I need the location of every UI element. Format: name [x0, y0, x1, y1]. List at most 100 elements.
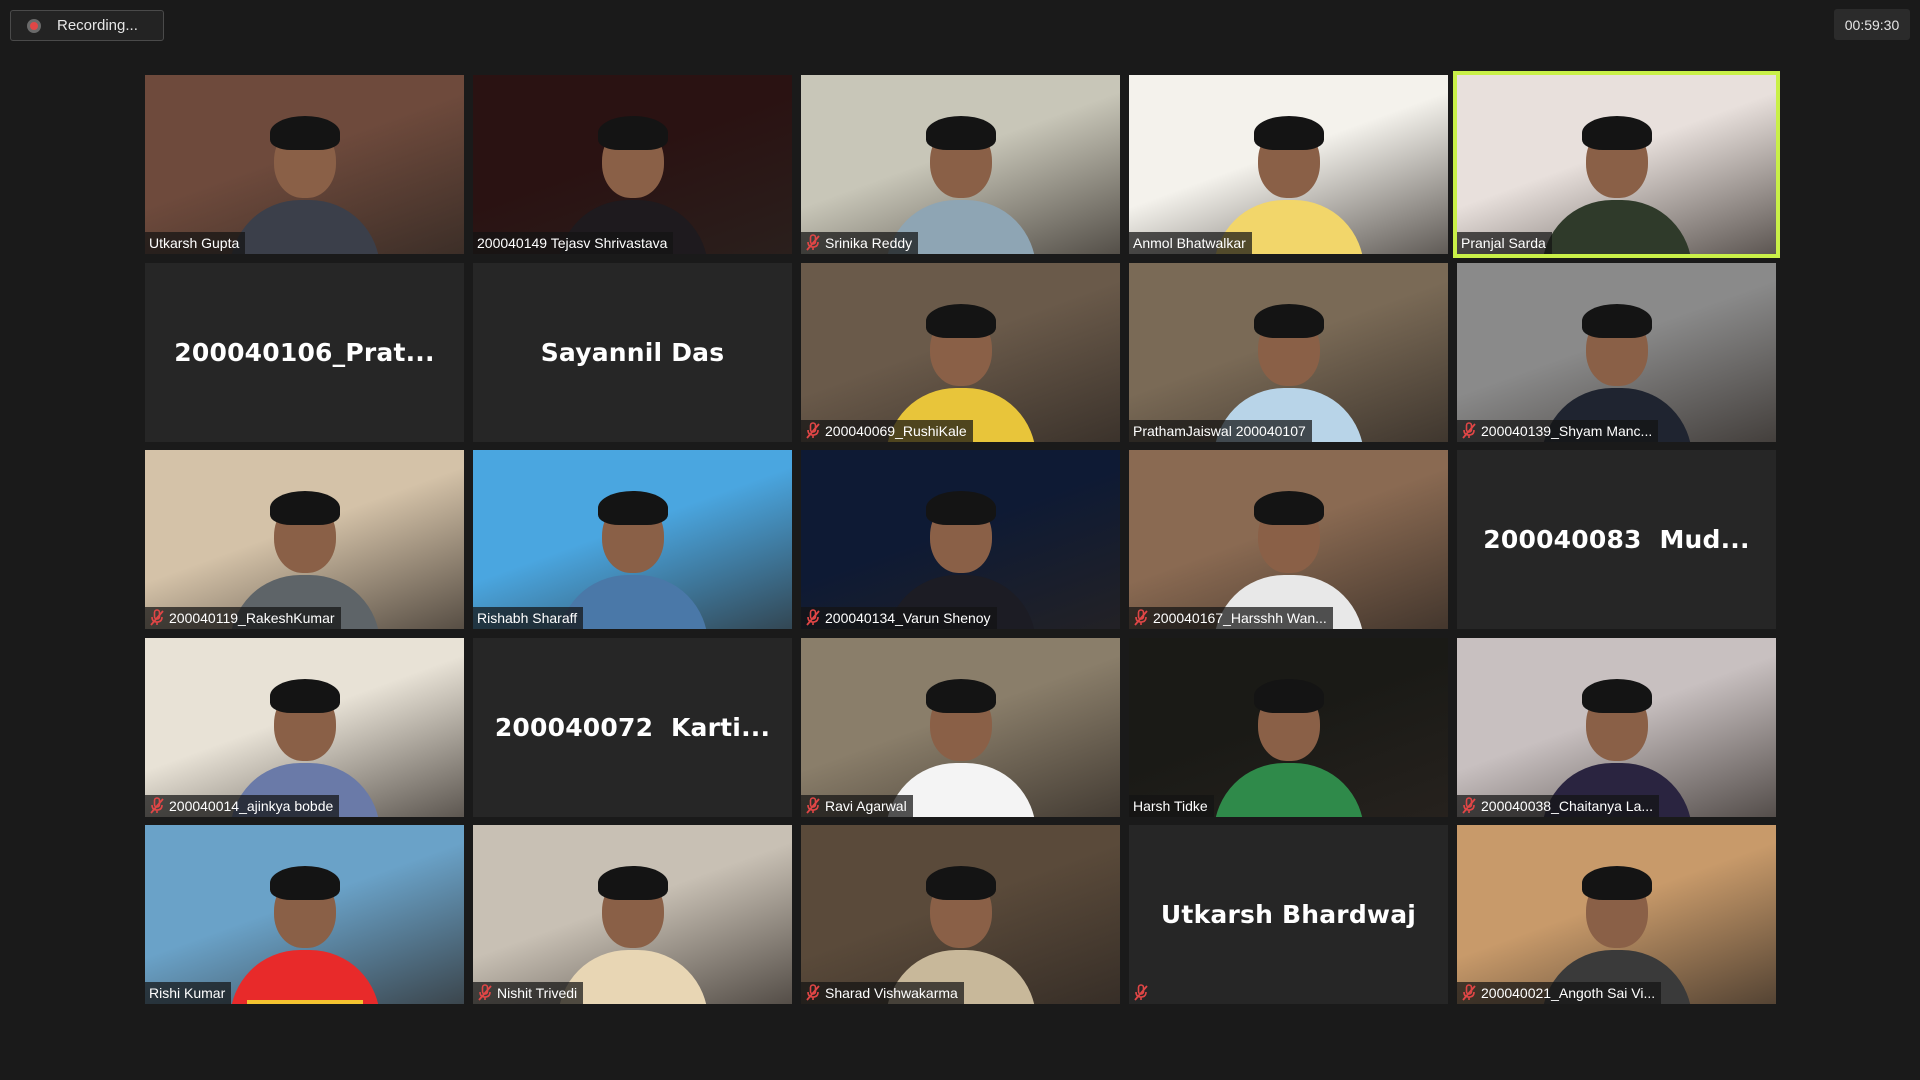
- video-feed: [473, 450, 792, 629]
- mic-muted-icon: [1462, 796, 1476, 814]
- participant-name-tag: Nishit Trivedi: [473, 982, 584, 1004]
- participant-name-tag: 200040038_Chaitanya La...: [1457, 794, 1660, 817]
- meeting-timer: 00:59:30: [1834, 9, 1910, 40]
- participant-name: Harsh Tidke: [1133, 797, 1208, 814]
- video-feed: [473, 825, 792, 1004]
- participant-tile[interactable]: Anmol Bhatwalkar: [1129, 75, 1448, 254]
- video-feed: [801, 450, 1120, 629]
- video-feed: [1129, 637, 1448, 817]
- participant-tile[interactable]: Utkarsh Gupta: [145, 75, 464, 254]
- mic-muted-icon: [1462, 421, 1476, 439]
- participant-tile[interactable]: 200040106_Prat...: [145, 262, 464, 442]
- video-feed: [1457, 262, 1776, 442]
- participant-name: Utkarsh Gupta: [149, 235, 240, 251]
- participant-name-tag: Utkarsh Gupta: [145, 232, 246, 254]
- participant-tile[interactable]: 200040014_ajinkya bobde: [145, 637, 464, 817]
- participant-tile[interactable]: 200040149 Tejasv Shrivastava: [473, 75, 792, 254]
- participant-name-tag: PrathamJaiswal 200040107: [1129, 419, 1312, 442]
- video-feed: [1129, 262, 1448, 442]
- participant-name-tag: Anmol Bhatwalkar: [1129, 232, 1252, 254]
- recording-indicator[interactable]: Recording...: [10, 10, 164, 41]
- participant-tile[interactable]: 200040134_Varun Shenoy: [801, 450, 1120, 629]
- video-feed: [1457, 75, 1776, 254]
- participant-name: Ravi Agarwal: [825, 797, 907, 814]
- participant-name-tag: Pranjal Sarda: [1457, 232, 1552, 254]
- video-feed: [1457, 637, 1776, 817]
- mic-muted-icon: [806, 421, 820, 439]
- participant-tile[interactable]: Nishit Trivedi: [473, 825, 792, 1004]
- participant-tile[interactable]: Rishabh Sharaff: [473, 450, 792, 629]
- participant-name: 200040038_Chaitanya La...: [1481, 797, 1654, 814]
- participant-tile[interactable]: 200040083 Mud...: [1457, 450, 1776, 629]
- participant-tile[interactable]: 200040119_RakeshKumar: [145, 450, 464, 629]
- participant-name: Sayannil Das: [540, 337, 725, 367]
- participant-name-tag: 200040149 Tejasv Shrivastava: [473, 232, 674, 254]
- participant-name: 200040072 Karti...: [494, 712, 771, 742]
- participant-name-tag: 200040167_Harsshh Wan...: [1129, 607, 1333, 629]
- record-icon: [27, 18, 41, 33]
- video-feed: [145, 637, 464, 817]
- participant-tile[interactable]: Rishi Kumar: [145, 825, 464, 1004]
- video-feed: [801, 75, 1120, 254]
- video-feed: [1129, 450, 1448, 629]
- mic-muted-icon: [478, 984, 492, 1001]
- mic-muted-icon: [1462, 984, 1476, 1001]
- participant-tile[interactable]: 200040139_Shyam Manc...: [1457, 262, 1776, 442]
- video-feed: [801, 262, 1120, 442]
- participant-name: 200040014_ajinkya bobde: [169, 797, 334, 814]
- mic-muted-icon: [1134, 984, 1148, 1001]
- participant-tile[interactable]: 200040069_RushiKale: [801, 262, 1120, 442]
- participant-tile[interactable]: Sharad Vishwakarma: [801, 825, 1120, 1004]
- participant-name-tag: 200040014_ajinkya bobde: [145, 794, 340, 817]
- mic-muted-icon: [806, 796, 820, 814]
- video-feed: [473, 75, 792, 254]
- participant-name-tag: 200040134_Varun Shenoy: [801, 607, 997, 629]
- participant-tile[interactable]: 200040072 Karti...: [473, 637, 792, 817]
- participant-name: 200040139_Shyam Manc...: [1481, 422, 1653, 439]
- participant-tile[interactable]: Srinika Reddy: [801, 75, 1120, 254]
- participant-name: 200040069_RushiKale: [825, 422, 967, 439]
- participant-tile[interactable]: 200040167_Harsshh Wan...: [1129, 450, 1448, 629]
- participant-tile[interactable]: 200040038_Chaitanya La...: [1457, 637, 1776, 817]
- video-feed: [145, 75, 464, 254]
- participant-name: Nishit Trivedi: [497, 985, 578, 1001]
- participant-gallery: Utkarsh Gupta 200040149 Tejasv Shrivasta…: [145, 71, 1780, 1005]
- participant-name: 200040149 Tejasv Shrivastava: [477, 235, 668, 251]
- participant-name-tag: Rishabh Sharaff: [473, 607, 584, 629]
- participant-name-tag: 200040069_RushiKale: [801, 419, 973, 442]
- speaking-indicator: [247, 1000, 363, 1004]
- participant-name-tag: 200040119_RakeshKumar: [145, 607, 341, 629]
- participant-name: Anmol Bhatwalkar: [1133, 235, 1246, 251]
- video-feed: [801, 637, 1120, 817]
- participant-tile[interactable]: 200040021_Angoth Sai Vi...: [1457, 825, 1776, 1004]
- participant-tile[interactable]: Ravi Agarwal: [801, 637, 1120, 817]
- participant-tile[interactable]: Sayannil Das: [473, 262, 792, 442]
- participant-name-tag: Ravi Agarwal: [801, 794, 913, 817]
- participant-tile[interactable]: Harsh Tidke: [1129, 637, 1448, 817]
- video-feed: [1129, 75, 1448, 254]
- participant-silhouette: [1213, 678, 1364, 817]
- participant-name: Rishabh Sharaff: [477, 610, 578, 626]
- mic-muted-icon: [806, 984, 820, 1001]
- top-bar: Recording... 00:59:30: [0, 0, 1920, 60]
- participant-name-tag: 200040021_Angoth Sai Vi...: [1457, 982, 1662, 1004]
- participant-name: Rishi Kumar: [149, 985, 226, 1001]
- participant-tile[interactable]: Pranjal Sarda: [1453, 71, 1780, 258]
- participant-name-tag: 200040139_Shyam Manc...: [1457, 419, 1659, 442]
- video-feed: [145, 450, 464, 629]
- video-feed: [145, 825, 464, 1004]
- participant-name: 200040167_Harsshh Wan...: [1153, 610, 1327, 626]
- participant-name: PrathamJaiswal 200040107: [1133, 422, 1306, 439]
- mic-muted-icon: [150, 609, 164, 626]
- participant-name-tag: Rishi Kumar: [145, 982, 232, 1004]
- participant-name: 200040083 Mud...: [1483, 525, 1750, 554]
- participant-name: 200040134_Varun Shenoy: [825, 610, 991, 626]
- participant-tile[interactable]: PrathamJaiswal 200040107: [1129, 262, 1448, 442]
- participant-silhouette: [229, 116, 380, 254]
- participant-silhouette: [229, 866, 380, 1004]
- video-feed: [801, 825, 1120, 1004]
- participant-name-tag: Srinika Reddy: [801, 232, 919, 254]
- participant-tile[interactable]: Utkarsh Bhardwaj: [1129, 825, 1448, 1004]
- participant-name-tag: Harsh Tidke: [1129, 794, 1214, 817]
- participant-name: Srinika Reddy: [825, 235, 913, 251]
